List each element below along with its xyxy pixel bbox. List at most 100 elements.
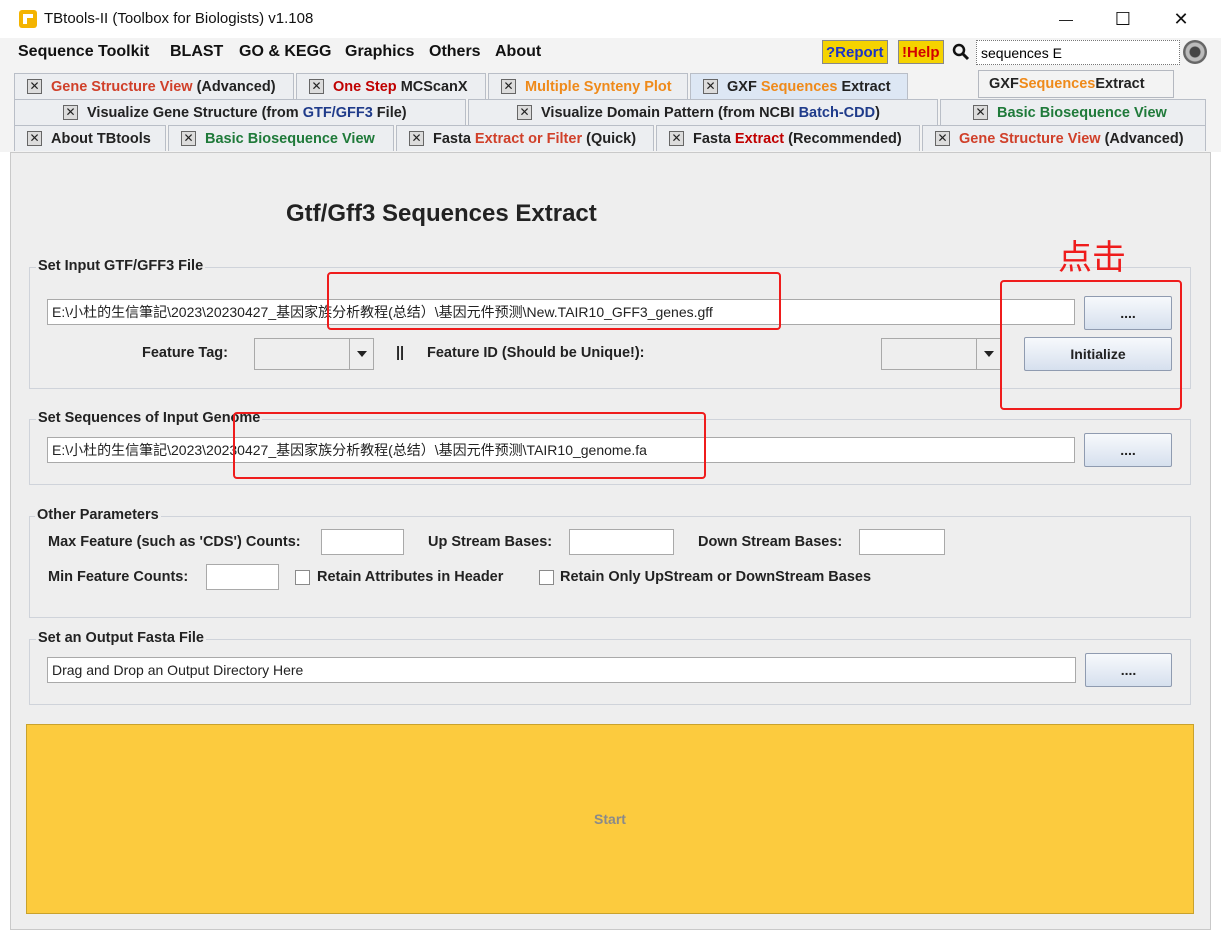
genome-browse-button[interactable]: .... [1084, 433, 1172, 467]
menu-go-kegg[interactable]: GO & KEGG [239, 43, 331, 61]
tab-gxf-sequences-extract[interactable]: ✕ GXF Sequences Extract [690, 73, 908, 99]
min-feature-label: Min Feature Counts: [48, 569, 189, 585]
gff-group-title: Set Input GTF/GFF3 File [36, 258, 206, 274]
feature-tag-select[interactable] [254, 338, 374, 370]
tab-one-step-mcscanx[interactable]: ✕ One Step MCScanX [296, 73, 486, 99]
menu-blast[interactable]: BLAST [170, 43, 223, 61]
close-tab-icon[interactable]: ✕ [973, 105, 988, 120]
tooltip-text: GXF [989, 76, 1019, 92]
max-feature-input[interactable] [321, 529, 404, 555]
menu-others[interactable]: Others [429, 43, 481, 61]
close-icon: ✕ [1173, 8, 1189, 29]
output-path-field[interactable]: Drag and Drop an Output Directory Here [47, 657, 1076, 683]
search-input[interactable] [976, 40, 1180, 65]
close-tab-icon[interactable]: ✕ [409, 131, 424, 146]
close-tab-icon[interactable]: ✕ [309, 79, 324, 94]
output-browse-button[interactable]: .... [1085, 653, 1172, 687]
annotation-box-genome [233, 412, 706, 479]
report-button[interactable]: ?Report [822, 40, 888, 64]
tab-label: Fasta [433, 130, 475, 147]
max-feature-label: Max Feature (such as 'CDS') Counts: [48, 534, 301, 550]
tab-label-suffix: ) [875, 104, 880, 121]
tooltip-suffix: Extract [1095, 76, 1145, 92]
retain-only-label: Retain Only UpStream or DownStream Bases [560, 569, 872, 585]
minimize-icon: — [1059, 11, 1073, 27]
tab-label-highlight: GTF/GFF3 [302, 104, 373, 121]
close-tab-icon[interactable]: ✕ [935, 131, 950, 146]
retain-attributes-checkbox[interactable] [295, 570, 310, 585]
tab-label-suffix: (Advanced) [192, 78, 276, 95]
tab-label-suffix: File) [372, 104, 407, 121]
tab-label: Visualize Gene Structure (from [87, 104, 303, 121]
tab-label-highlight: Batch-CDD [798, 104, 876, 121]
tab-visualize-domain-pattern[interactable]: ✕ Visualize Domain Pattern (from NCBI Ba… [468, 99, 938, 125]
close-tab-icon[interactable]: ✕ [703, 79, 718, 94]
tab-label-suffix: Extract [837, 78, 891, 95]
upstream-label: Up Stream Bases: [428, 534, 553, 550]
tab-label: Basic Biosequence View [997, 104, 1167, 121]
close-tab-icon[interactable]: ✕ [517, 105, 532, 120]
tab-label: Gene Structure View [959, 130, 1101, 147]
tbtools-logo-icon [18, 9, 38, 29]
close-tab-icon[interactable]: ✕ [27, 79, 42, 94]
tab-label: Multiple Synteny Plot [525, 78, 672, 95]
genome-group-title: Set Sequences of Input Genome [36, 410, 263, 426]
panel-title: Gtf/Gff3 Sequences Extract [286, 200, 597, 227]
window-title: TBtools-II (Toolbox for Biologists) v1.1… [44, 10, 314, 27]
tab-label-suffix: (Quick) [582, 130, 637, 147]
annotation-box-gff [327, 272, 781, 330]
upstream-input[interactable] [569, 529, 674, 555]
chevron-down-icon [349, 339, 373, 369]
close-button[interactable]: ✕ [1158, 6, 1204, 32]
tab-label-suffix: (Recommended) [784, 130, 902, 147]
tab-label-highlight: Extract or Filter [474, 130, 583, 147]
min-feature-input[interactable] [206, 564, 279, 590]
tab-about-tbtools[interactable]: ✕ About TBtools [14, 125, 166, 151]
close-tab-icon[interactable]: ✕ [501, 79, 516, 94]
tab-visualize-gene-structure[interactable]: ✕ Visualize Gene Structure (from GTF/GFF… [14, 99, 466, 125]
close-tab-icon[interactable]: ✕ [669, 131, 684, 146]
minimize-button[interactable]: — [1043, 6, 1089, 32]
retain-only-checkbox[interactable] [539, 570, 554, 585]
menu-sequence-toolkit[interactable]: Sequence Toolkit [18, 43, 149, 61]
tab-label: One Step [333, 78, 401, 95]
downstream-label: Down Stream Bases: [698, 534, 843, 550]
maximize-button[interactable]: ☐ [1100, 6, 1146, 32]
tab-fasta-extract-or-filter[interactable]: ✕ Fasta Extract or Filter (Quick) [396, 125, 654, 151]
tab-label: GXF [727, 78, 761, 95]
params-group-title: Other Parameters [35, 507, 161, 523]
menu-about[interactable]: About [495, 43, 541, 61]
tab-label: Basic Biosequence View [205, 130, 375, 147]
close-tab-icon[interactable]: ✕ [181, 131, 196, 146]
tab-label-suffix: MCScanX [400, 78, 468, 95]
menu-graphics[interactable]: Graphics [345, 43, 414, 61]
annotation-box-initialize [1000, 280, 1182, 410]
annotation-text: 点击 [1058, 238, 1126, 278]
separator-text: || [396, 345, 405, 361]
tooltip-highlight: Sequences [1018, 76, 1096, 92]
search-icon [952, 43, 970, 61]
downstream-input[interactable] [859, 529, 945, 555]
tab-gene-structure-view-advanced-2[interactable]: ✕ Gene Structure View (Advanced) [922, 125, 1206, 151]
maximize-icon: ☐ [1114, 8, 1132, 29]
tab-basic-biosequence-view[interactable]: ✕ Basic Biosequence View [168, 125, 394, 151]
help-button[interactable]: !Help [898, 40, 944, 64]
close-tab-icon[interactable]: ✕ [63, 105, 78, 120]
settings-icon[interactable] [1183, 40, 1207, 64]
tab-gene-structure-view-advanced[interactable]: ✕ Gene Structure View (Advanced) [14, 73, 294, 99]
tab-fasta-extract-recommended[interactable]: ✕ Fasta Extract (Recommended) [656, 125, 920, 151]
tab-label: Visualize Domain Pattern (from NCBI [541, 104, 799, 121]
close-tab-icon[interactable]: ✕ [27, 131, 42, 146]
retain-attributes-label: Retain Attributes in Header [317, 569, 504, 585]
tab-tooltip: GXF Sequences Extract [978, 70, 1174, 98]
tab-label-suffix: (Advanced) [1100, 130, 1184, 147]
feature-id-select[interactable] [881, 338, 1001, 370]
feature-id-label: Feature ID (Should be Unique!): [427, 345, 645, 361]
chevron-down-icon [976, 339, 1000, 369]
feature-tag-label: Feature Tag: [142, 345, 228, 361]
tab-label: Fasta [693, 130, 735, 147]
output-group-title: Set an Output Fasta File [36, 630, 206, 646]
tab-multiple-synteny-plot[interactable]: ✕ Multiple Synteny Plot [488, 73, 688, 99]
tab-basic-biosequence-view-2[interactable]: ✕ Basic Biosequence View [940, 99, 1206, 125]
start-button[interactable]: Start [26, 724, 1194, 914]
